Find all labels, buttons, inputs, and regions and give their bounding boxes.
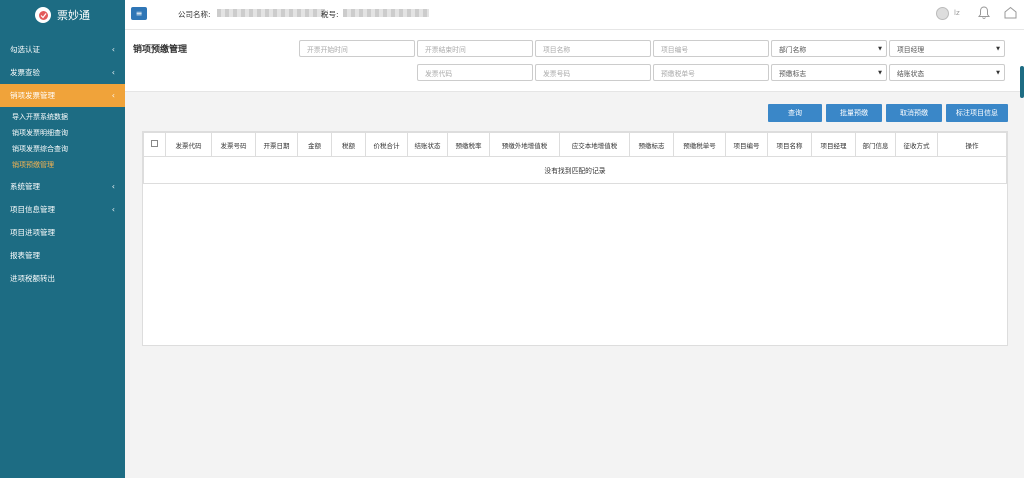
user-name[interactable]: lz (954, 9, 960, 17)
sidebar-subitem-summary-query[interactable]: 销项发票综合查询 (0, 141, 125, 157)
column-header[interactable]: 金额 (297, 132, 332, 157)
select-all-checkbox[interactable] (151, 140, 158, 147)
sidebar-subitem-import[interactable]: 导入开票系统数据 (0, 109, 125, 125)
sidebar-item-system[interactable]: 系统管理 ‹ (0, 175, 125, 198)
scrollbar[interactable] (1020, 66, 1024, 98)
tax-number-redacted (343, 9, 429, 17)
chevron-left-icon: ‹ (111, 91, 115, 100)
department-select-value: 部门名称 (779, 45, 807, 54)
project-code-input[interactable]: 项目编号 (653, 40, 769, 57)
sidebar-item-sales-invoice[interactable]: 销项发票管理 ‹ (0, 84, 125, 107)
caret-down-icon: ▼ (996, 45, 1000, 52)
hamburger-icon: ≡ (135, 9, 143, 18)
logo-icon (35, 7, 51, 23)
chevron-left-icon: ‹ (111, 45, 115, 54)
page-title: 销项预缴管理 (133, 45, 188, 55)
column-header[interactable]: 操作 (937, 132, 1007, 157)
sidebar-item-label: 报表管理 (10, 251, 40, 260)
sidebar-item-tax-transfer[interactable]: 进项税额转出 (0, 267, 125, 290)
prepay-tax-number-input[interactable]: 预缴税单号 (653, 64, 769, 81)
column-header[interactable]: 部门信息 (855, 132, 896, 157)
column-header[interactable]: 价税合计 (365, 132, 408, 157)
column-header[interactable]: 预缴外地增值税 (489, 132, 560, 157)
sidebar-item-verify[interactable]: 勾选认证 ‹ (0, 38, 125, 61)
company-label: 公司名称: (178, 10, 211, 19)
empty-message: 没有找到匹配的记录 (143, 156, 1007, 184)
project-name-input[interactable]: 项目名称 (535, 40, 651, 57)
column-header[interactable]: 预缴税率 (447, 132, 490, 157)
query-button[interactable]: 查询 (768, 104, 822, 122)
prepay-flag-select-value: 预缴标志 (779, 69, 807, 78)
tax-label: 税号: (321, 10, 339, 19)
chevron-left-icon: ‹ (111, 68, 115, 77)
column-header[interactable]: 开票日期 (255, 132, 298, 157)
project-manager-select-value: 项目经理 (897, 45, 925, 54)
bell-icon[interactable] (978, 6, 990, 22)
sidebar-item-label: 销项发票管理 (10, 91, 55, 100)
invoice-code-input[interactable]: 发票代码 (417, 64, 533, 81)
user-avatar[interactable] (936, 7, 949, 20)
sidebar-item-label: 项目信息管理 (10, 205, 55, 214)
invoice-number-input[interactable]: 发票号码 (535, 64, 651, 81)
main-content: 销项预缴管理 开票开始时间 开票结束时间 项目名称 项目编号 部门名称 ▼ 项目经… (125, 30, 1024, 478)
batch-prepay-button[interactable]: 批量预缴 (826, 104, 882, 122)
table-row: 没有找到匹配的记录 (143, 156, 1007, 184)
sidebar-item-invoice-check[interactable]: 发票查验 ‹ (0, 61, 125, 84)
cancel-prepay-button[interactable]: 取消预缴 (886, 104, 942, 122)
sidebar-item-label: 进项税额转出 (10, 274, 55, 283)
sidebar-item-label: 发票查验 (10, 68, 40, 77)
column-header[interactable]: 项目经理 (811, 132, 856, 157)
company-name-redacted (217, 9, 325, 17)
column-header[interactable]: 发票代码 (165, 132, 212, 157)
invoice-start-date-input[interactable]: 开票开始时间 (299, 40, 415, 57)
column-header[interactable]: 预缴标志 (629, 132, 674, 157)
column-header[interactable]: 应交本地增值税 (559, 132, 630, 157)
caret-down-icon: ▼ (996, 69, 1000, 76)
sidebar-item-project-input[interactable]: 项目进项管理 (0, 221, 125, 244)
results-table: 发票代码 发票号码 开票日期 金额 税额 价税合计 结账状态 预缴税率 预缴外地… (142, 131, 1008, 346)
column-header[interactable]: 预缴税单号 (673, 132, 726, 157)
sidebar-item-label: 项目进项管理 (10, 228, 55, 237)
settlement-status-select-value: 结账状态 (897, 69, 925, 78)
settlement-status-select[interactable]: 结账状态 ▼ (889, 64, 1005, 81)
department-select[interactable]: 部门名称 ▼ (771, 40, 887, 57)
logo[interactable]: 票妙通 (0, 0, 125, 30)
chevron-left-icon: ‹ (111, 205, 115, 214)
sidebar-subitem-prepay[interactable]: 销项预缴管理 (0, 157, 125, 173)
home-icon[interactable] (1004, 6, 1017, 21)
top-bar: ≡ 公司名称: 税号: lz (125, 0, 1024, 30)
sidebar-item-project-info[interactable]: 项目信息管理 ‹ (0, 198, 125, 221)
sidebar-nav: 勾选认证 ‹ 发票查验 ‹ 销项发票管理 ‹ 导入开票系统数据 销项发票明细查询 销项… (0, 38, 125, 290)
prepay-flag-select[interactable]: 预缴标志 ▼ (771, 64, 887, 81)
sidebar-subitem-detail-query[interactable]: 销项发票明细查询 (0, 125, 125, 141)
logo-text: 票妙通 (57, 9, 90, 22)
select-all-header[interactable] (143, 132, 166, 157)
column-header[interactable]: 项目名称 (767, 132, 812, 157)
column-header[interactable]: 发票号码 (211, 132, 256, 157)
chevron-left-icon: ‹ (111, 182, 115, 191)
column-header[interactable]: 税额 (331, 132, 366, 157)
caret-down-icon: ▼ (878, 45, 882, 52)
table-header-row: 发票代码 发票号码 开票日期 金额 税额 价税合计 结账状态 预缴税率 预缴外地… (143, 132, 1007, 157)
menu-toggle-button[interactable]: ≡ (131, 7, 147, 20)
caret-down-icon: ▼ (878, 69, 882, 76)
column-header[interactable]: 结账状态 (407, 132, 448, 157)
filter-panel: 销项预缴管理 开票开始时间 开票结束时间 项目名称 项目编号 部门名称 ▼ 项目经… (125, 30, 1024, 92)
sidebar-item-label: 系统管理 (10, 182, 40, 191)
sidebar-item-label: 勾选认证 (10, 45, 40, 54)
column-header[interactable]: 项目编号 (725, 132, 768, 157)
sidebar-submenu: 导入开票系统数据 销项发票明细查询 销项发票综合查询 销项预缴管理 (0, 107, 125, 175)
invoice-end-date-input[interactable]: 开票结束时间 (417, 40, 533, 57)
mark-project-info-button[interactable]: 标注项目信息 (946, 104, 1008, 122)
project-manager-select[interactable]: 项目经理 ▼ (889, 40, 1005, 57)
sidebar-item-reports[interactable]: 报表管理 (0, 244, 125, 267)
sidebar: 票妙通 勾选认证 ‹ 发票查验 ‹ 销项发票管理 ‹ 导入开票系统数据 销项发票明细查… (0, 0, 125, 478)
column-header[interactable]: 征收方式 (895, 132, 938, 157)
